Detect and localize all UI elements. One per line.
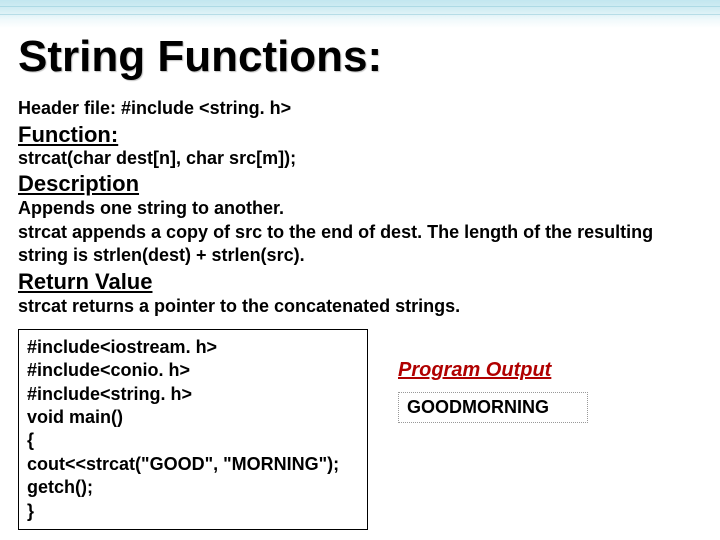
slide-title: String Functions:: [18, 32, 702, 82]
function-heading: Function:: [18, 122, 702, 148]
code-line: #include<conio. h>: [27, 359, 359, 382]
code-line: {: [27, 429, 359, 452]
decorative-top-band: [0, 0, 720, 28]
code-line: void main(): [27, 406, 359, 429]
return-value-text: strcat returns a pointer to the concaten…: [18, 295, 702, 318]
description-heading: Description: [18, 171, 702, 197]
header-file-line: Header file: #include <string. h>: [18, 96, 702, 120]
program-output-label: Program Output: [398, 359, 702, 382]
program-output-value: GOODMORNING: [398, 392, 588, 423]
code-line: cout<<strcat("GOOD", "MORNING");: [27, 453, 359, 476]
description-line-3: string is strlen(dest) + strlen(src).: [18, 244, 702, 267]
return-value-heading: Return Value: [18, 269, 702, 295]
output-column: Program Output GOODMORNING: [368, 329, 702, 530]
code-box: #include<iostream. h> #include<conio. h>…: [18, 329, 368, 530]
code-line: #include<string. h>: [27, 383, 359, 406]
function-signature: strcat(char dest[n], char src[m]);: [18, 148, 702, 169]
code-line: #include<iostream. h>: [27, 336, 359, 359]
slide-content: String Functions: Header file: #include …: [18, 32, 702, 532]
description-line-1: Appends one string to another.: [18, 197, 702, 220]
code-output-row: #include<iostream. h> #include<conio. h>…: [18, 329, 702, 530]
code-line: }: [27, 500, 359, 523]
code-line: getch();: [27, 476, 359, 499]
description-line-2: strcat appends a copy of src to the end …: [18, 221, 702, 244]
